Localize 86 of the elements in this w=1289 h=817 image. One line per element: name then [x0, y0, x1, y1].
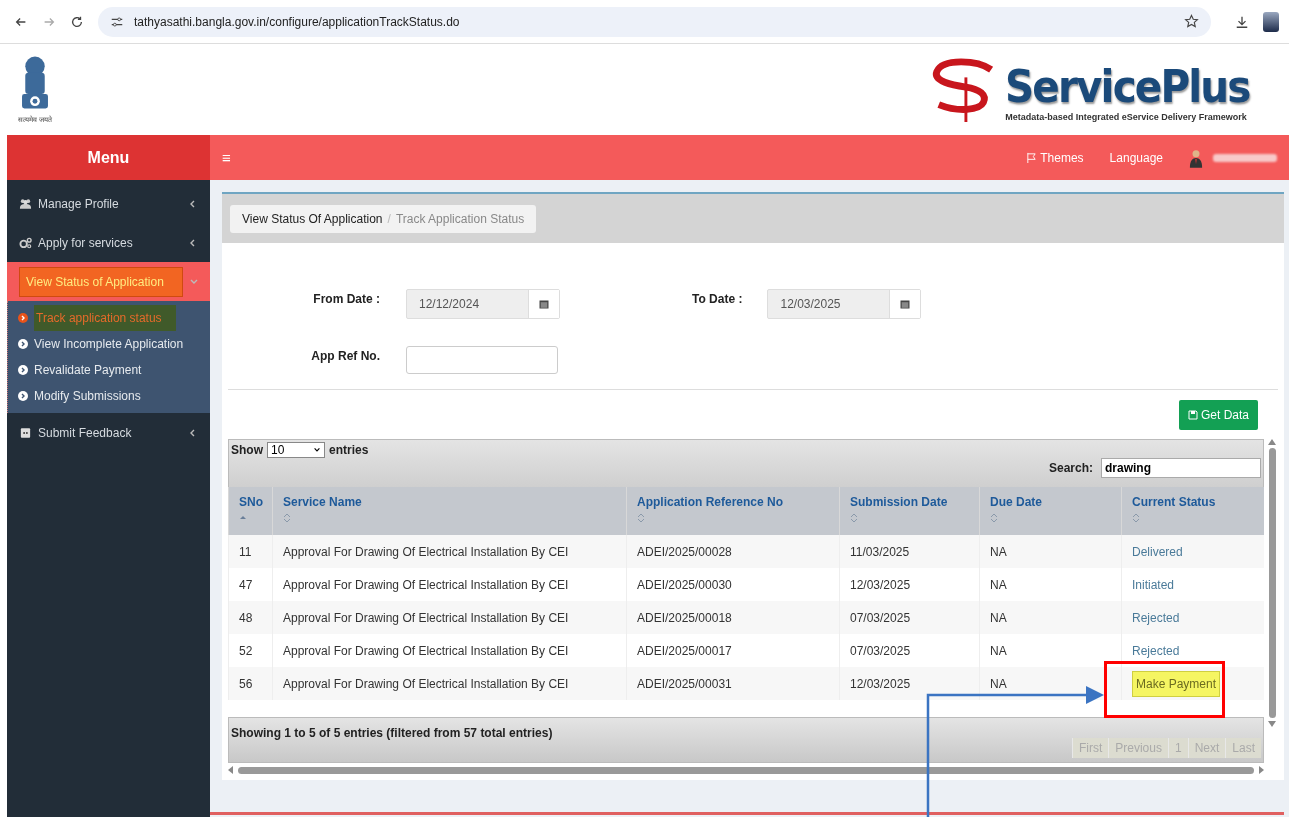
square-icon: [19, 426, 32, 439]
breadcrumb-separator: /: [387, 211, 391, 226]
table-cell: Approval For Drawing Of Electrical Installation By CEI: [283, 610, 569, 625]
sidebar-item[interactable]: Manage Profile: [7, 184, 210, 223]
table-cell: Approval For Drawing Of Electrical Installation By CEI: [283, 577, 569, 592]
table-cell: ADEI/2025/00018: [637, 610, 732, 625]
site-settings-icon[interactable]: [110, 14, 124, 29]
sidebar-item[interactable]: Apply for services: [7, 223, 210, 262]
table-cell: ADEI/2025/00030: [637, 577, 732, 592]
entries-label: entries: [329, 443, 369, 457]
table-cell: 07/03/2025: [850, 643, 911, 658]
table-cell: Approval For Drawing Of Electrical Installation By CEI: [283, 676, 569, 691]
table-cell: ADEI/2025/00028: [637, 544, 732, 559]
column-header[interactable]: SNo: [239, 495, 262, 509]
table-cell: NA: [990, 643, 1007, 658]
status-link[interactable]: Initiated: [1132, 577, 1175, 592]
table-cell: 07/03/2025: [850, 610, 911, 625]
profile-avatar[interactable]: [1263, 11, 1279, 32]
app-ref-field[interactable]: [406, 346, 558, 374]
dropdown-caret-icon: [313, 446, 321, 454]
flag-icon: [1026, 152, 1038, 163]
table-cell: 12/03/2025: [850, 676, 911, 691]
sidebar-item[interactable]: Submit Feedback: [7, 413, 210, 452]
themes-link[interactable]: Themes: [1026, 150, 1084, 165]
submenu-item[interactable]: Revalidate Payment: [8, 357, 210, 383]
table-cell: 52: [239, 643, 253, 658]
save-icon: [1187, 410, 1198, 420]
breadcrumb-item[interactable]: View Status Of Application: [242, 211, 383, 226]
page-size-select[interactable]: 10: [267, 442, 325, 458]
brand-name: ServicePlus: [1005, 64, 1250, 109]
submenu-item[interactable]: Modify Submissions: [8, 383, 210, 409]
table-cell: NA: [990, 577, 1007, 592]
table-cell: 56: [239, 676, 253, 691]
scroll-left-icon[interactable]: [228, 766, 234, 774]
search-label: Search:: [1048, 461, 1093, 475]
to-date-field[interactable]: 12/03/2025: [767, 289, 922, 319]
table-cell: Approval For Drawing Of Electrical Installation By CEI: [283, 643, 569, 658]
table-cell: Approval For Drawing Of Electrical Installation By CEI: [283, 544, 569, 559]
download-icon[interactable]: [1235, 14, 1249, 29]
calendar-icon[interactable]: [539, 299, 549, 309]
circle-arrow-icon: [18, 313, 28, 323]
blurred-user-name: [1213, 153, 1277, 162]
get-data-button[interactable]: Get Data: [1178, 400, 1258, 430]
make-payment-button[interactable]: Make Payment: [1132, 670, 1221, 697]
submenu-item[interactable]: View Incomplete Application: [8, 331, 210, 357]
table-info: Showing 1 to 5 of 5 entries (filtered from 57 total entries): [231, 726, 554, 740]
calendar-icon[interactable]: [900, 299, 911, 309]
circle-arrow-icon: [18, 391, 28, 401]
scroll-up-icon[interactable]: [1268, 439, 1276, 445]
gears-icon: [19, 236, 32, 249]
status-link[interactable]: Rejected: [1132, 643, 1180, 658]
table-cell: 11: [239, 544, 252, 559]
language-link[interactable]: Language: [1109, 150, 1163, 165]
show-label: Show: [231, 443, 263, 457]
to-date-label: To Date :: [692, 291, 743, 306]
star-icon[interactable]: [1184, 14, 1199, 29]
table-cell: 48: [239, 610, 253, 625]
table-cell: NA: [990, 610, 1007, 625]
table-cell: ADEI/2025/00017: [637, 643, 732, 658]
circle-arrow-icon: [18, 365, 28, 375]
from-date-label: From Date :: [312, 291, 380, 306]
table-cell: ADEI/2025/00031: [637, 676, 732, 691]
sidebar-item[interactable]: View Status of Application: [7, 262, 210, 301]
search-field[interactable]: drawing: [1101, 458, 1261, 478]
table-cell: NA: [990, 544, 1007, 559]
scroll-down-icon[interactable]: [1268, 721, 1276, 727]
breadcrumb-item: Track Application Status: [395, 211, 525, 226]
user-avatar-icon[interactable]: [1189, 147, 1203, 168]
from-date-field[interactable]: 12/12/2024: [406, 289, 560, 319]
address-bar[interactable]: tathyasathi.bangla.gov.in/configure/applicationTrackStatus.do: [98, 6, 1211, 37]
status-link[interactable]: Delivered: [1132, 544, 1183, 559]
horizontal-scrollbar[interactable]: [238, 766, 1254, 774]
scroll-right-icon[interactable]: [1258, 766, 1264, 774]
menu-toggle[interactable]: ≡: [222, 149, 231, 166]
table-cell: NA: [990, 676, 1007, 691]
menu-title: Menu: [7, 135, 210, 180]
app-ref-label: App Ref No.: [310, 348, 380, 363]
circle-arrow-icon: [18, 339, 28, 349]
status-link[interactable]: Rejected: [1132, 610, 1180, 625]
reload-icon[interactable]: [70, 14, 84, 29]
table-cell: 12/03/2025: [850, 577, 911, 592]
table-cell: 47: [239, 577, 253, 592]
brand-tagline: Metadata-based Integrated eService Delivery Framework: [1005, 111, 1247, 122]
vertical-scrollbar[interactable]: [1268, 448, 1276, 718]
users-icon: [19, 197, 32, 210]
table-cell: 11/03/2025: [850, 544, 910, 559]
